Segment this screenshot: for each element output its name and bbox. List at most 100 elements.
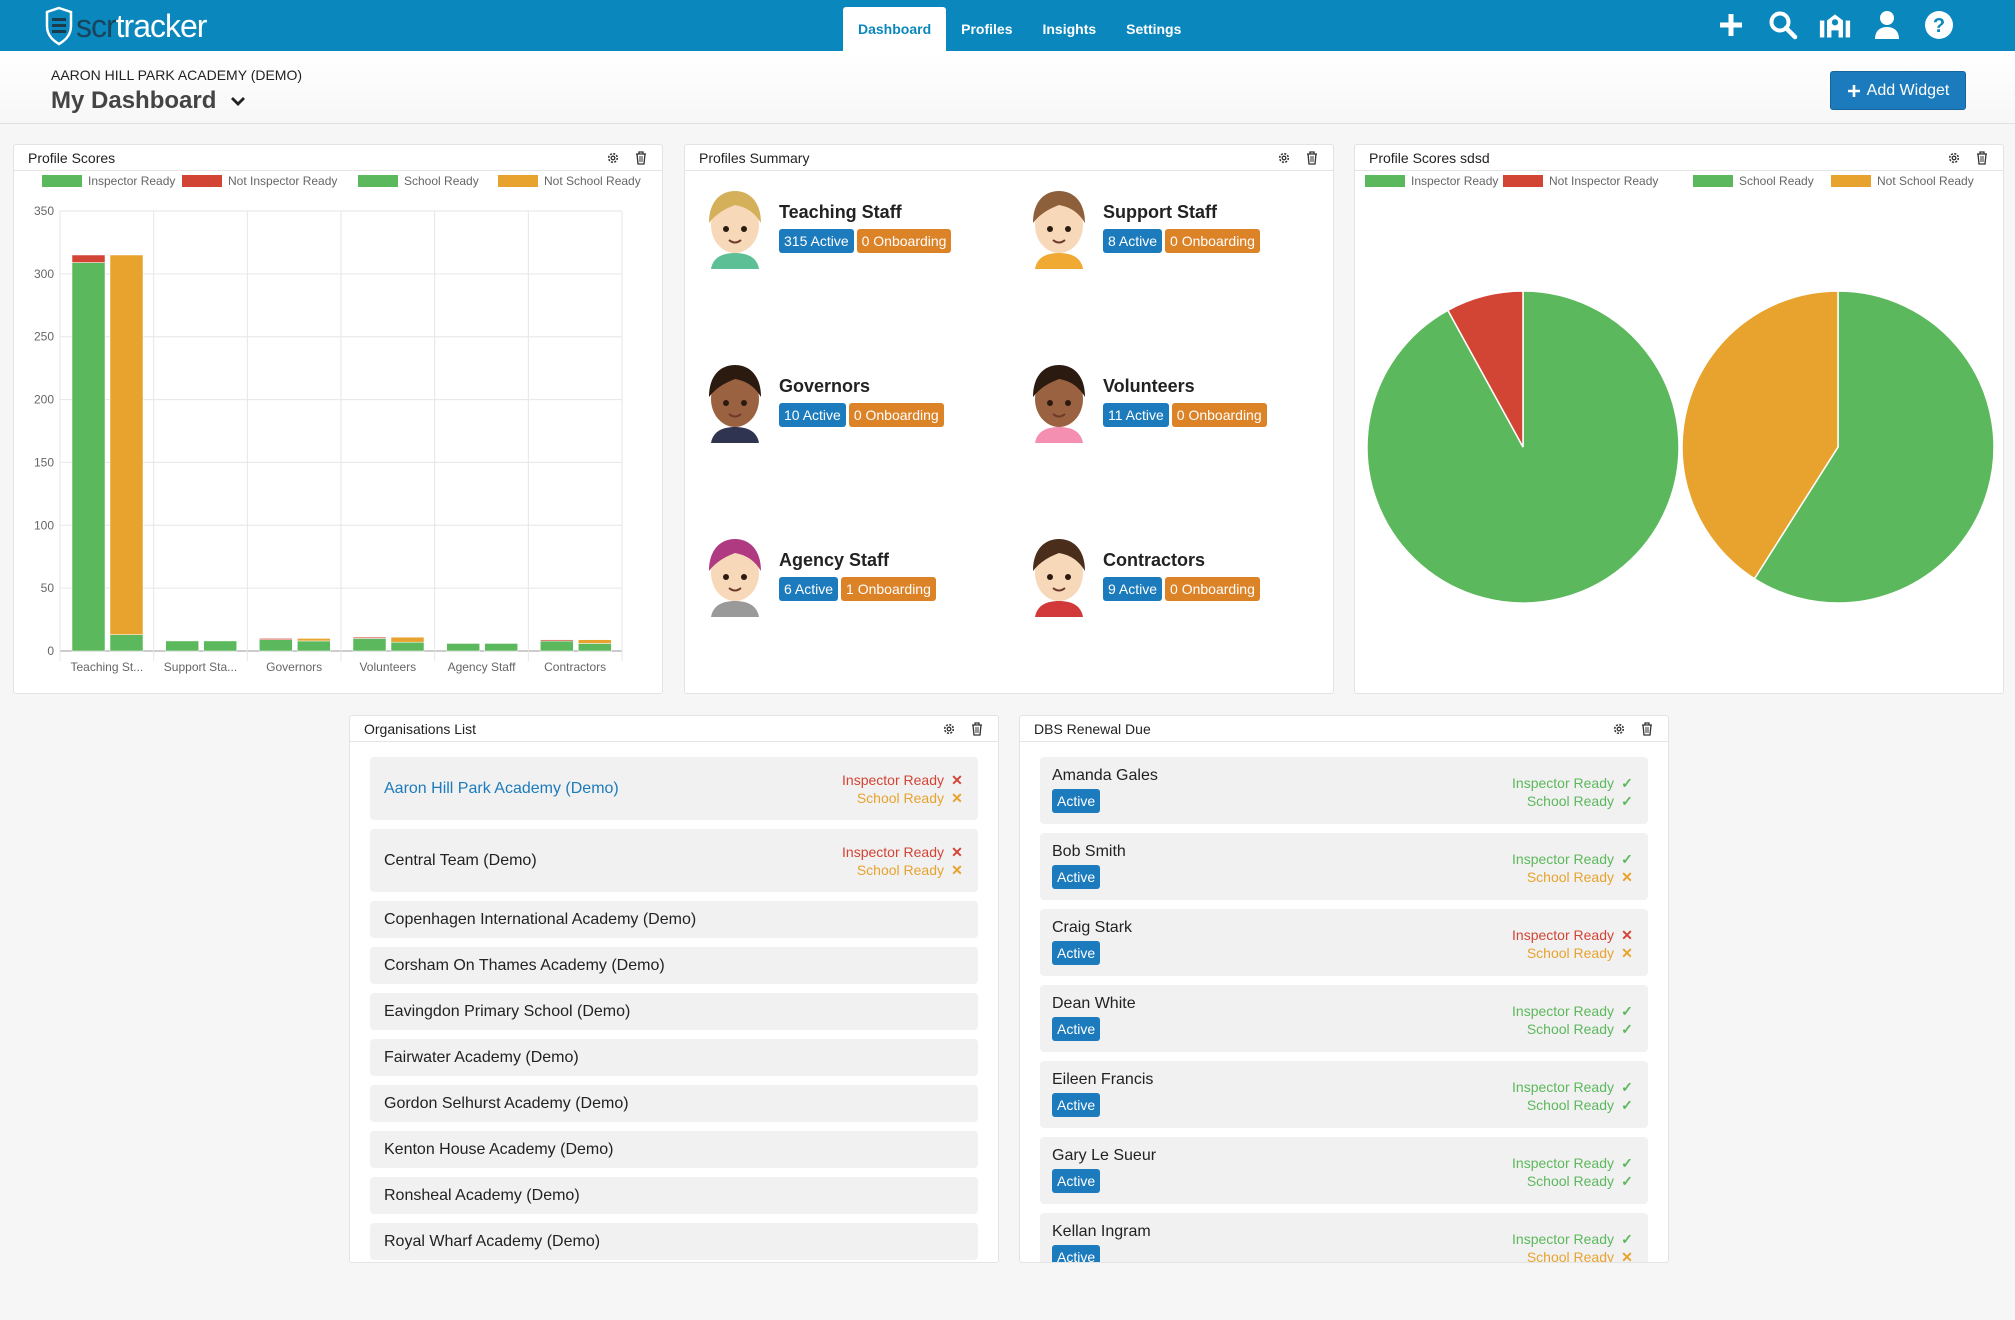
organisation-list-item[interactable]: Copenhagen International Academy (Demo): [370, 901, 978, 938]
page-title: My Dashboard: [51, 87, 217, 114]
bar-segment[interactable]: [390, 636, 425, 643]
profile-scores-widget: Profile Scores Inspector Ready Not Inspec…: [13, 144, 663, 694]
onboarding-count-badge[interactable]: 0 Onboarding: [856, 228, 952, 253]
dbs-list-item[interactable]: Gary Le Sueur Active Inspector Ready ✓ Schoo…: [1040, 1137, 1648, 1204]
user-icon[interactable]: [1871, 8, 1903, 42]
gear-icon[interactable]: [1612, 722, 1626, 736]
trash-icon[interactable]: [1305, 150, 1319, 165]
organisation-list-item[interactable]: Fairwater Academy (Demo): [370, 1039, 978, 1076]
organisation-list-item[interactable]: Kenton House Academy (Demo): [370, 1131, 978, 1168]
trash-icon[interactable]: [1975, 150, 1989, 165]
organisation-list-item[interactable]: Ronsheal Academy (Demo): [370, 1177, 978, 1214]
active-count-badge[interactable]: 10 Active: [779, 402, 846, 427]
bar-segment[interactable]: [352, 636, 387, 639]
dbs-renewal-widget: DBS Renewal Due Amanda Gales Active Inspec…: [1019, 715, 1669, 1263]
trash-icon[interactable]: [970, 721, 984, 736]
legend-swatch: [182, 175, 222, 187]
profile-type-card[interactable]: Teaching Staff 315 Active 0 Onboarding: [701, 185, 954, 269]
bar-segment[interactable]: [390, 641, 425, 652]
dbs-list-item[interactable]: Craig Stark Active Inspector Ready ✕ School …: [1040, 909, 1648, 976]
bar-segment[interactable]: [165, 640, 199, 652]
organisation-list-item[interactable]: Royal Wharf Academy (Demo): [370, 1223, 978, 1260]
onboarding-count-badge[interactable]: 0 Onboarding: [1171, 402, 1267, 427]
bar-segment[interactable]: [484, 643, 518, 652]
organisation-name[interactable]: Ronsheal Academy (Demo): [384, 1187, 964, 1205]
organisation-name[interactable]: Fairwater Academy (Demo): [384, 1049, 964, 1067]
profile-type-name: Agency Staff: [779, 549, 890, 570]
bar-segment[interactable]: [259, 639, 293, 652]
dbs-list-item[interactable]: Kellan Ingram Active Inspector Ready ✓ Schoo…: [1040, 1213, 1648, 1262]
dbs-list-item[interactable]: Dean White Active Inspector Ready ✓ School R…: [1040, 985, 1648, 1052]
bar-segment[interactable]: [540, 640, 574, 652]
bar-segment[interactable]: [109, 634, 144, 652]
trash-icon[interactable]: [1640, 721, 1654, 736]
organisation-name[interactable]: Kenton House Academy (Demo): [384, 1141, 964, 1159]
tab-dashboard[interactable]: Dashboard: [843, 7, 947, 51]
gear-icon[interactable]: [1947, 151, 1961, 165]
organisation-list-item[interactable]: Aaron Hill Park Academy (Demo) Inspector …: [370, 757, 978, 820]
organisation-list-item[interactable]: Gordon Selhurst Academy (Demo): [370, 1085, 978, 1122]
profile-type-card[interactable]: Agency Staff 6 Active 1 Onboarding: [701, 533, 939, 617]
active-count-badge[interactable]: 6 Active: [779, 576, 839, 601]
dbs-list-item[interactable]: Bob Smith Active Inspector Ready ✓ School Re…: [1040, 833, 1648, 900]
profile-info: Teaching Staff 315 Active 0 Onboarding: [779, 202, 954, 253]
bar-segment[interactable]: [297, 640, 331, 652]
organisation-list-item[interactable]: Central Team (Demo) Inspector Ready ✕ Schoo…: [370, 829, 978, 892]
bar-segment[interactable]: [203, 640, 237, 652]
tab-insights[interactable]: Insights: [1027, 7, 1111, 51]
profile-scores-pie-widget: Profile Scores sdsd Inspector Ready Not I…: [1354, 144, 2004, 694]
organisation-name[interactable]: Royal Wharf Academy (Demo): [384, 1233, 964, 1251]
active-count-badge[interactable]: 315 Active: [779, 228, 854, 253]
active-count-badge[interactable]: 11 Active: [1103, 402, 1169, 427]
organisation-name[interactable]: Corsham On Thames Academy (Demo): [384, 957, 964, 975]
bar-segment[interactable]: [71, 262, 106, 652]
organisation-icon[interactable]: [1819, 8, 1851, 42]
bar-segment[interactable]: [446, 643, 480, 652]
gear-icon[interactable]: [1277, 151, 1291, 165]
add-widget-button[interactable]: Add Widget: [1830, 71, 1966, 110]
profile-type-name: Governors: [779, 375, 871, 396]
scrtracker-logo[interactable]: scr tracker: [44, 4, 207, 48]
profile-type-name: Volunteers: [1103, 375, 1195, 396]
onboarding-count-badge[interactable]: 0 Onboarding: [848, 402, 944, 427]
inspector-ready-label: Inspector Ready: [1512, 1155, 1614, 1171]
organisation-name[interactable]: Gordon Selhurst Academy (Demo): [384, 1095, 964, 1113]
active-count-badge[interactable]: 8 Active: [1103, 228, 1163, 253]
profile-type-card[interactable]: Governors 10 Active 0 Onboarding: [701, 359, 947, 443]
active-count-badge[interactable]: 9 Active: [1103, 576, 1163, 601]
profile-type-card[interactable]: Support Staff 8 Active 0 Onboarding: [1025, 185, 1263, 269]
plus-icon[interactable]: [1715, 8, 1747, 42]
trash-icon[interactable]: [634, 150, 648, 165]
bar-segment[interactable]: [297, 638, 331, 642]
tab-settings[interactable]: Settings: [1111, 7, 1196, 51]
profile-info: Governors 10 Active 0 Onboarding: [779, 376, 947, 427]
dbs-list-item[interactable]: Amanda Gales Active Inspector Ready ✓ School…: [1040, 757, 1648, 824]
gear-icon[interactable]: [942, 722, 956, 736]
organisations-list: Aaron Hill Park Academy (Demo) Inspector …: [370, 757, 978, 1262]
organisation-list-item[interactable]: Eavingdon Primary School (Demo): [370, 993, 978, 1030]
bar-segment[interactable]: [540, 639, 574, 642]
profile-type-card[interactable]: Contractors 9 Active 0 Onboarding: [1025, 533, 1263, 617]
gear-icon[interactable]: [606, 151, 620, 165]
search-icon[interactable]: [1767, 8, 1799, 42]
bar-segment[interactable]: [109, 254, 144, 635]
bar-segment[interactable]: [578, 639, 612, 644]
bar-segment[interactable]: [71, 254, 106, 263]
bar-segment[interactable]: [352, 638, 387, 652]
help-icon[interactable]: ?: [1923, 8, 1955, 42]
organisation-name[interactable]: Eavingdon Primary School (Demo): [384, 1003, 964, 1021]
organisation-name[interactable]: Central Team (Demo): [384, 852, 842, 870]
profile-type-card[interactable]: Volunteers 11 Active 0 Onboarding: [1025, 359, 1270, 443]
organisation-name[interactable]: Aaron Hill Park Academy (Demo): [384, 780, 842, 798]
dbs-list-item[interactable]: Eileen Francis Active Inspector Ready ✓ Scho…: [1040, 1061, 1648, 1128]
organisation-name[interactable]: Copenhagen International Academy (Demo): [384, 911, 964, 929]
onboarding-count-badge[interactable]: 1 Onboarding: [841, 576, 936, 601]
onboarding-count-badge[interactable]: 0 Onboarding: [1165, 576, 1260, 601]
profiles-summary-widget: Profiles Summary Teaching Staff 315 Activ…: [684, 144, 1334, 694]
bar-segment[interactable]: [259, 638, 293, 640]
onboarding-count-badge[interactable]: 0 Onboarding: [1165, 228, 1260, 253]
bar-segment[interactable]: [578, 643, 612, 652]
dashboard-selector[interactable]: My Dashboard: [51, 87, 246, 115]
organisation-list-item[interactable]: Corsham On Thames Academy (Demo): [370, 947, 978, 984]
tab-profiles[interactable]: Profiles: [946, 7, 1027, 51]
